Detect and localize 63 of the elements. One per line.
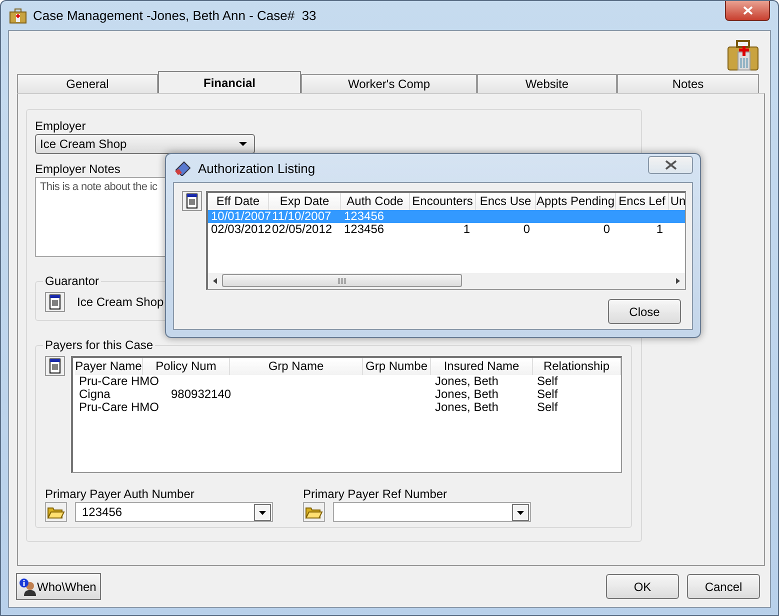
column-header[interactable]: Encounters: [410, 193, 476, 210]
column-header[interactable]: Policy Num: [143, 358, 230, 375]
list-options-icon[interactable]: [45, 292, 65, 312]
tab[interactable]: Worker's Comp: [301, 74, 477, 93]
close-icon: [664, 160, 676, 170]
list-options-icon[interactable]: [182, 191, 202, 211]
field-label: Employer Notes: [35, 162, 120, 176]
close-button[interactable]: [648, 156, 693, 174]
authorization-list[interactable]: Eff Date Exp Date Auth Code Encounters Encs Use Appts Pending Encs Lef Un 10/01/200711/10/2007 123456 02/03/201202/05/2012 123456 1 0 0 1: [206, 191, 686, 290]
grip-icon[interactable]: [338, 278, 346, 284]
table-cell: Cigna: [79, 387, 110, 401]
guarantor-name: Ice Cream Shop: [77, 295, 164, 309]
column-header[interactable]: Grp Name: [230, 358, 363, 375]
field-label: Primary Payer Auth Number: [45, 487, 196, 501]
folder-icon[interactable]: [303, 502, 325, 522]
table-cell: Self: [537, 400, 558, 414]
table-cell: Pru-Care HMO: [79, 400, 160, 414]
who-when-button[interactable]: Who\When: [16, 573, 102, 600]
payers-list[interactable]: Payer Name Policy Num Grp Name Grp Numbe Insured Name Relationship Pru-Care HMO Jones, Beth Self Cigna 980932140 Jones, Beth Self Pru-Care HMO Jones, Beth Self: [71, 356, 622, 473]
ticket-icon: [174, 160, 192, 176]
dialog-title: Authorization Listing: [198, 160, 316, 176]
column-header[interactable]: Grp Numbe: [363, 358, 431, 375]
folder-icon[interactable]: [45, 502, 67, 522]
table-cell: Jones, Beth: [435, 374, 498, 388]
field-label: Primary Payer Ref Number: [303, 487, 448, 501]
list-options-icon[interactable]: [45, 356, 65, 376]
horizontal-scrollbar[interactable]: [208, 273, 685, 289]
column-header[interactable]: Relationship: [533, 358, 621, 375]
column-header[interactable]: Payer Name: [75, 358, 143, 375]
ok-button[interactable]: OK: [606, 574, 679, 599]
column-header[interactable]: Insured Name: [431, 358, 533, 375]
close-icon: [742, 6, 752, 15]
table-cell: 980932140: [171, 387, 232, 401]
window-title: Case Management -Jones, Beth Ann - Case# 33: [33, 8, 316, 23]
field-label: Employer: [35, 119, 86, 133]
column-header[interactable]: Encs Lef: [616, 193, 669, 210]
cancel-button[interactable]: Cancel: [687, 574, 760, 599]
tab[interactable]: Notes: [617, 74, 759, 93]
briefcase-icon: [9, 8, 27, 24]
table-cell: Jones, Beth: [435, 387, 498, 401]
column-header[interactable]: Exp Date: [269, 193, 341, 210]
tab[interactable]: Financial: [158, 71, 301, 93]
table-cell: Jones, Beth: [435, 400, 498, 414]
ref-number-field[interactable]: [333, 502, 531, 522]
close-button[interactable]: [725, 1, 770, 21]
column-header[interactable]: Eff Date: [208, 193, 269, 210]
group-label: Payers for this Case: [43, 338, 156, 352]
table-row[interactable]: 02/03/201202/05/2012 123456 1 0 0 1: [208, 223, 685, 236]
table-cell: Self: [537, 387, 558, 401]
tab[interactable]: Website: [477, 74, 617, 93]
column-header[interactable]: Encs Use: [476, 193, 536, 210]
table-cell: Pru-Care HMO: [79, 374, 160, 388]
column-header[interactable]: Auth Code: [341, 193, 410, 210]
group-label: Guarantor: [43, 274, 102, 288]
info-person-icon: [19, 578, 37, 596]
auth-number-field[interactable]: 123456: [75, 502, 273, 522]
dropdown-arrow-icon: [238, 141, 248, 147]
column-header[interactable]: Appts Pending: [536, 193, 616, 210]
tab[interactable]: General: [17, 74, 158, 93]
close-dialog-button[interactable]: Close: [608, 299, 681, 324]
employer-dropdown[interactable]: Ice Cream Shop: [35, 134, 255, 154]
medical-briefcase-icon: [726, 38, 760, 72]
table-cell: Self: [537, 374, 558, 388]
